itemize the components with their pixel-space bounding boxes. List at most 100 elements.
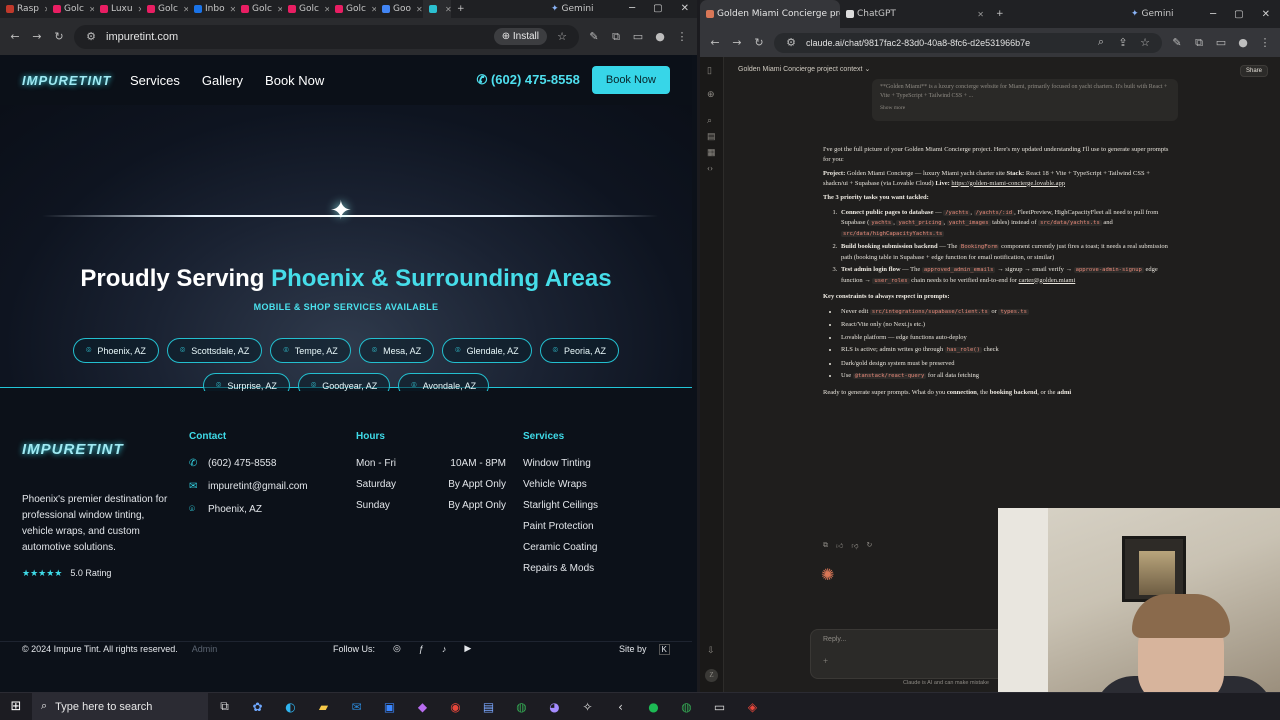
tab-golden-miami[interactable]: Golden Miami Concierge project✕ [700,0,840,28]
store-icon[interactable]: ▣ [373,700,406,714]
install-button[interactable]: ⊕ Install [493,28,547,45]
browser-tab[interactable]: Goo ✕ [376,0,423,18]
tiktok-icon[interactable]: ♪ [442,644,447,654]
record-icon[interactable]: ◉ [439,700,472,714]
code-icon[interactable]: ‹› [707,163,713,173]
live-link[interactable]: https://golden-miami-concierge.lovable.a… [951,180,1065,187]
service-link[interactable]: Paint Protection [523,521,598,532]
instagram-icon[interactable]: ◎ [393,643,401,654]
zoom-icon[interactable]: ⌕ [1094,36,1108,49]
reload-icon[interactable]: ↻ [752,36,766,49]
projects-icon[interactable]: ▦ [707,147,716,158]
close-icon[interactable]: ✕ [1262,9,1270,20]
browser-tab[interactable]: Golc ✕ [235,0,282,18]
chats-icon[interactable]: ▤ [707,131,716,142]
sidepanel-icon[interactable]: ▭ [631,30,645,43]
profile-icon[interactable]: ● [653,30,667,43]
new-tab-button[interactable]: + [451,0,471,18]
contact-phone[interactable]: (602) 475-8558 [208,458,276,469]
site-by-logo[interactable]: K [658,644,670,655]
service-link[interactable]: Repairs & Mods [523,563,598,574]
file-explorer-icon[interactable]: ▰ [307,700,340,714]
thumbs-down-icon[interactable]: 👎︎ [851,541,858,550]
copilot-icon[interactable]: ✿ [241,700,274,714]
gemini-tab[interactable]: ✦ Gemini [545,0,600,18]
copy-icon[interactable]: ⧉ [823,541,828,550]
reply-input[interactable]: Reply... [823,636,846,643]
edge-icon[interactable]: ◐ [274,700,307,714]
close-icon[interactable]: ✕ [681,3,689,14]
taskbar-search[interactable]: ⌕ Type here to search [32,692,208,720]
bookmark-star-icon[interactable]: ☆ [555,30,569,43]
minimize-icon[interactable]: ─ [629,3,635,14]
reload-icon[interactable]: ↻ [52,30,66,43]
right-address-bar[interactable]: ⚙ claude.ai/chat/9817fac2-83d0-40a8-8fc6… [774,32,1162,53]
new-chat-icon[interactable]: ⊕ [707,89,715,100]
share-icon[interactable]: ⇪ [1116,36,1130,49]
youtube-icon[interactable]: ▶ [464,643,471,654]
service-link[interactable]: Window Tinting [523,458,598,469]
sidepanel-icon[interactable]: ▭ [1214,36,1228,49]
extensions-icon[interactable]: ⧉ [609,30,623,44]
outlook-icon[interactable]: ✉ [340,700,373,714]
profile-icon[interactable]: ● [1236,36,1250,49]
discord-icon[interactable]: ◕ [538,700,571,714]
facebook-icon[interactable]: ƒ [419,644,424,654]
app-icon[interactable]: ‹ [604,700,637,714]
left-address-bar[interactable]: ⚙ impuretint.com ⊕ Install ☆ [74,24,579,49]
back-icon[interactable]: ← [8,30,22,43]
browser-tab[interactable]: ✕ [423,0,451,18]
download-icon[interactable]: ⇩ [707,645,715,656]
extensions-icon[interactable]: ⧉ [1192,36,1206,50]
close-tab-icon[interactable]: ✕ [977,10,984,19]
windows-start-icon[interactable]: ⊞ [0,699,32,714]
spotify-icon[interactable]: ● [637,700,670,714]
close-tab-icon[interactable]: ✕ [416,5,423,14]
site-info-icon[interactable]: ⚙ [84,30,98,43]
user-avatar[interactable]: Z [705,669,718,682]
app-icon[interactable]: ✧ [571,700,604,714]
menu-icon[interactable]: ⋮ [675,30,689,43]
service-link[interactable]: Ceramic Coating [523,542,598,553]
nav-book-now[interactable]: Book Now [265,73,324,88]
nav-services[interactable]: Services [130,73,180,88]
forward-icon[interactable]: → [30,30,44,43]
gemini-tab[interactable]: ✦ Gemini [1125,0,1180,28]
maximize-icon[interactable]: ▢ [1234,9,1243,20]
chrome-icon[interactable]: ◍ [670,700,703,714]
contact-email[interactable]: impuretint@gmail.com [208,481,308,492]
new-tab-button[interactable]: + [990,0,1010,28]
forward-icon[interactable]: → [730,36,744,49]
app-icon[interactable]: ▭ [703,700,736,714]
chat-title[interactable]: Golden Miami Concierge project context ⌄ [738,65,870,73]
thumbs-up-icon[interactable]: 👍︎ [836,541,843,550]
app-icon[interactable]: ▤ [472,700,505,714]
browser-tab[interactable]: Golc ✕ [282,0,329,18]
pen-icon[interactable]: ✎ [587,30,601,43]
sidebar-toggle-icon[interactable]: ▯ [707,65,712,76]
browser-tab[interactable]: Luxu ✕ [94,0,141,18]
email-link[interactable]: carter@golden.miami [1019,277,1076,284]
bookmark-star-icon[interactable]: ☆ [1138,36,1152,49]
search-icon[interactable]: ⌕ [707,115,712,126]
tab-chatgpt[interactable]: ChatGPT ✕ [840,0,990,28]
browser-tab[interactable]: Golc ✕ [141,0,188,18]
admin-link[interactable]: Admin [192,644,218,654]
app-icon[interactable]: ◈ [736,700,769,714]
nav-book-now-button[interactable]: Book Now [591,66,670,94]
service-link[interactable]: Starlight Ceilings [523,500,598,511]
browser-tab[interactable]: Golc ✕ [47,0,94,18]
pen-icon[interactable]: ✎ [1170,36,1184,49]
share-button[interactable]: Share [1239,65,1268,77]
maximize-icon[interactable]: ▢ [653,3,662,14]
site-info-icon[interactable]: ⚙ [784,36,798,49]
add-attachment-icon[interactable]: + [823,656,828,666]
nav-phone[interactable]: ✆ (602) 475-8558 [476,72,579,88]
retry-icon[interactable]: ↻ [866,541,872,550]
app-icon[interactable]: ◆ [406,700,439,714]
nav-gallery[interactable]: Gallery [202,73,243,88]
browser-tab[interactable]: Golc ✕ [329,0,376,18]
menu-icon[interactable]: ⋮ [1258,36,1272,49]
service-link[interactable]: Vehicle Wraps [523,479,598,490]
back-icon[interactable]: ← [708,36,722,49]
